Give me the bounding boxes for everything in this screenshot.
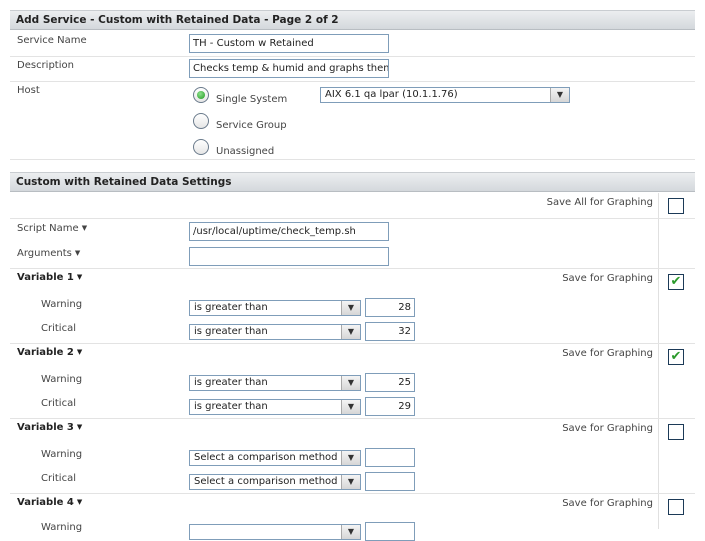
select-value: Select a comparison method: [194, 476, 338, 487]
row-divider: [10, 81, 695, 82]
row-divider: [10, 493, 695, 494]
variable-1-critical-method-select[interactable]: is greater than ▼: [189, 324, 361, 340]
variable-2-critical-value[interactable]: 29: [365, 397, 415, 416]
variable-3-warning-value[interactable]: [365, 448, 415, 467]
select-value: is greater than: [194, 401, 268, 412]
variable-2-critical-method-select[interactable]: is greater than ▼: [189, 399, 361, 415]
unassigned-label[interactable]: Unassigned: [216, 146, 274, 157]
variable-4-warning-method-select[interactable]: ▼: [189, 524, 361, 540]
variable-2-warning-method-select[interactable]: is greater than ▼: [189, 375, 361, 391]
variable-1-critical-value[interactable]: 32: [365, 322, 415, 341]
row-divider: [10, 343, 695, 344]
script-name-label[interactable]: Script Name ▼: [17, 223, 87, 234]
save-all-label: Save All for Graphing: [546, 197, 653, 208]
select-value: is greater than: [194, 302, 268, 313]
save-for-graphing-label: Save for Graphing: [562, 273, 653, 284]
settings-section-title: Custom with Retained Data Settings: [10, 172, 695, 192]
system-select-value: AIX 6.1 qa lpar (10.1.1.76): [325, 89, 458, 100]
variable-2-save-checkbox[interactable]: ✔: [668, 349, 684, 365]
caret-down-icon: ▼: [74, 249, 81, 257]
chevron-down-icon: ▼: [341, 525, 360, 539]
row-divider: [10, 159, 695, 160]
caret-down-icon: ▼: [76, 423, 83, 431]
column-divider: [658, 193, 659, 529]
variable-2-label[interactable]: Variable 2 ▼: [17, 347, 82, 358]
chevron-down-icon: ▼: [341, 376, 360, 390]
row-divider: [10, 218, 695, 219]
caret-down-icon: ▼: [76, 348, 83, 356]
warning-label: Warning: [41, 299, 83, 310]
critical-label: Critical: [41, 323, 76, 334]
variable-3-critical-method-select[interactable]: Select a comparison method ▼: [189, 474, 361, 490]
variable-3-critical-value[interactable]: [365, 472, 415, 491]
single-system-label[interactable]: Single System: [216, 94, 287, 105]
variable-4-save-checkbox[interactable]: [668, 499, 684, 515]
service-name-input[interactable]: TH - Custom w Retained: [189, 34, 389, 53]
checkmark-icon: ✔: [670, 274, 682, 289]
variable-3-label[interactable]: Variable 3 ▼: [17, 422, 82, 433]
variable-4-warning-value[interactable]: [365, 522, 415, 541]
critical-label: Critical: [41, 398, 76, 409]
single-system-radio[interactable]: [193, 87, 209, 103]
variable-3-save-checkbox[interactable]: [668, 424, 684, 440]
chevron-down-icon: ▼: [550, 88, 569, 102]
warning-label: Warning: [41, 374, 83, 385]
service-name-label: Service Name: [17, 35, 87, 46]
page-title: Add Service - Custom with Retained Data …: [10, 10, 695, 30]
warning-label: Warning: [41, 449, 83, 460]
variable-2-warning-value[interactable]: 25: [365, 373, 415, 392]
checkmark-icon: ✔: [670, 349, 682, 364]
variable-3-warning-method-select[interactable]: Select a comparison method ▼: [189, 450, 361, 466]
variable-4-label[interactable]: Variable 4 ▼: [17, 497, 82, 508]
script-name-input[interactable]: /usr/local/uptime/check_temp.sh: [189, 222, 389, 241]
variable-1-label[interactable]: Variable 1 ▼: [17, 272, 82, 283]
chevron-down-icon: ▼: [341, 451, 360, 465]
save-for-graphing-label: Save for Graphing: [562, 498, 653, 509]
service-group-label[interactable]: Service Group: [216, 120, 287, 131]
arguments-label[interactable]: Arguments ▼: [17, 248, 80, 259]
row-divider: [10, 56, 695, 57]
warning-label: Warning: [41, 522, 83, 533]
service-group-radio[interactable]: [193, 113, 209, 129]
row-divider: [10, 268, 695, 269]
variable-1-warning-method-select[interactable]: is greater than ▼: [189, 300, 361, 316]
chevron-down-icon: ▼: [341, 400, 360, 414]
unassigned-radio[interactable]: [193, 139, 209, 155]
chevron-down-icon: ▼: [341, 301, 360, 315]
save-all-checkbox[interactable]: [668, 198, 684, 214]
host-label: Host: [17, 85, 40, 96]
caret-down-icon: ▼: [76, 498, 83, 506]
variable-1-warning-value[interactable]: 28: [365, 298, 415, 317]
select-value: is greater than: [194, 377, 268, 388]
save-for-graphing-label: Save for Graphing: [562, 423, 653, 434]
description-label: Description: [17, 60, 74, 71]
description-input[interactable]: Checks temp & humid and graphs them: [189, 59, 389, 78]
row-divider: [10, 418, 695, 419]
system-select[interactable]: AIX 6.1 qa lpar (10.1.1.76) ▼: [320, 87, 570, 103]
chevron-down-icon: ▼: [341, 475, 360, 489]
variable-1-save-checkbox[interactable]: ✔: [668, 274, 684, 290]
arguments-input[interactable]: [189, 247, 389, 266]
save-for-graphing-label: Save for Graphing: [562, 348, 653, 359]
chevron-down-icon: ▼: [341, 325, 360, 339]
critical-label: Critical: [41, 473, 76, 484]
select-value: Select a comparison method: [194, 452, 338, 463]
caret-down-icon: ▼: [81, 224, 88, 232]
select-value: is greater than: [194, 326, 268, 337]
caret-down-icon: ▼: [76, 273, 83, 281]
